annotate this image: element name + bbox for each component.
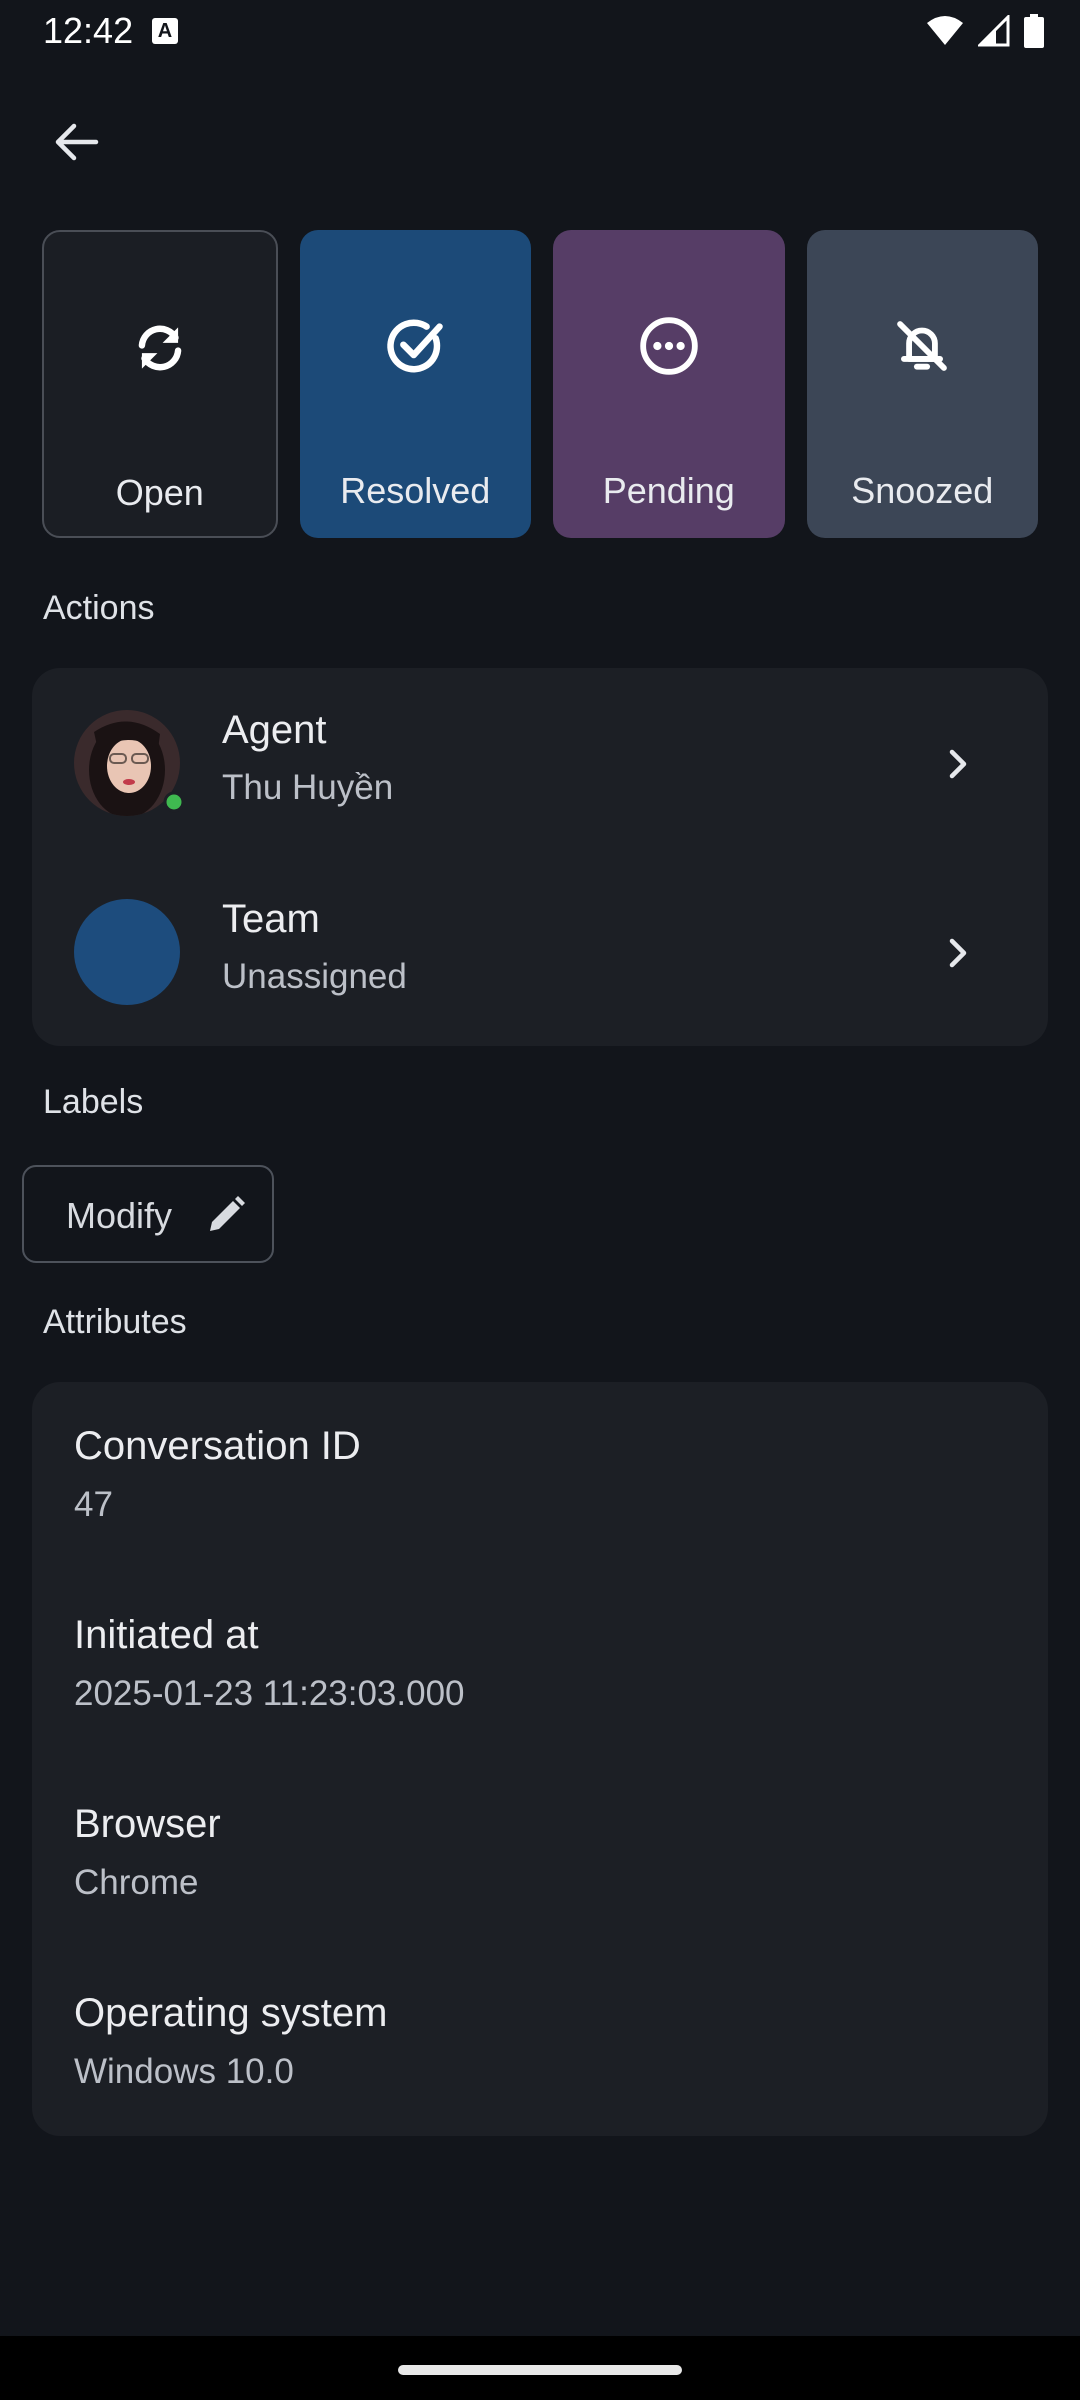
attribute-item: Browser Chrome xyxy=(74,1802,221,1903)
agent-row[interactable]: Agent Thu Huyền xyxy=(32,668,1048,858)
cell-signal-icon xyxy=(978,15,1010,47)
actions-heading: Actions xyxy=(43,589,155,627)
attribute-item: Conversation ID 47 xyxy=(74,1424,361,1525)
attribute-value: Chrome xyxy=(74,1863,199,1902)
home-gesture-handle[interactable] xyxy=(398,2365,682,2375)
status-pending-button[interactable]: Pending xyxy=(553,230,785,538)
more-circle-icon xyxy=(640,317,698,375)
check-circle-icon xyxy=(387,319,444,373)
agent-label: Agent xyxy=(222,708,327,752)
team-value: Unassigned xyxy=(222,957,407,996)
attribute-name: Browser xyxy=(74,1802,221,1846)
arrow-back-icon xyxy=(55,123,99,161)
chevron-right-icon xyxy=(949,749,967,779)
attribute-item: Operating system Windows 10.0 xyxy=(74,1991,387,2092)
status-resolved-label: Resolved xyxy=(340,470,491,511)
attribute-value: Windows 10.0 xyxy=(74,2052,294,2091)
battery-icon xyxy=(1024,14,1044,48)
status-selector: Open Resolved Pending Snoozed xyxy=(42,230,1038,542)
status-resolved-button[interactable]: Resolved xyxy=(299,230,531,538)
modify-label: Modify xyxy=(66,1195,173,1236)
attribute-name: Conversation ID xyxy=(74,1424,361,1468)
actions-panel: Agent Thu Huyền Team Unassigned xyxy=(32,668,1048,1046)
status-snoozed-button[interactable]: Snoozed xyxy=(806,230,1038,538)
status-pending-label: Pending xyxy=(602,470,735,511)
bell-off-icon xyxy=(897,321,948,371)
attribute-name: Operating system xyxy=(74,1991,388,2035)
status-snoozed-label: Snoozed xyxy=(851,470,994,511)
refresh-icon xyxy=(138,325,182,371)
agent-value: Thu Huyền xyxy=(222,768,394,807)
accessibility-a-icon: A xyxy=(152,18,178,44)
pencil-icon xyxy=(210,1196,245,1231)
team-row[interactable]: Team Unassigned xyxy=(32,857,1048,1047)
attribute-name: Initiated at xyxy=(74,1613,259,1657)
chevron-right-icon xyxy=(949,938,967,968)
status-time: 12:42 xyxy=(43,10,134,51)
attributes-heading: Attributes xyxy=(43,1303,187,1341)
modify-labels-button[interactable]: Modify xyxy=(22,1165,274,1263)
online-status-dot xyxy=(163,791,185,813)
wifi-icon xyxy=(927,16,963,45)
attribute-value: 2025-01-23 11:23:03.000 xyxy=(74,1674,465,1713)
attribute-item: Initiated at 2025-01-23 11:23:03.000 xyxy=(74,1613,465,1714)
team-label: Team xyxy=(222,897,320,941)
back-button[interactable] xyxy=(40,106,112,178)
status-open-label: Open xyxy=(115,472,204,513)
attribute-value: 47 xyxy=(74,1485,113,1524)
status-bar: 12:42 A xyxy=(0,0,1080,62)
status-icons xyxy=(926,14,1044,48)
team-avatar xyxy=(74,899,180,1005)
labels-heading: Labels xyxy=(43,1083,144,1121)
attributes-panel: Conversation ID 47 Initiated at 2025-01-… xyxy=(32,1382,1048,2136)
status-open-button[interactable]: Open xyxy=(42,230,278,538)
